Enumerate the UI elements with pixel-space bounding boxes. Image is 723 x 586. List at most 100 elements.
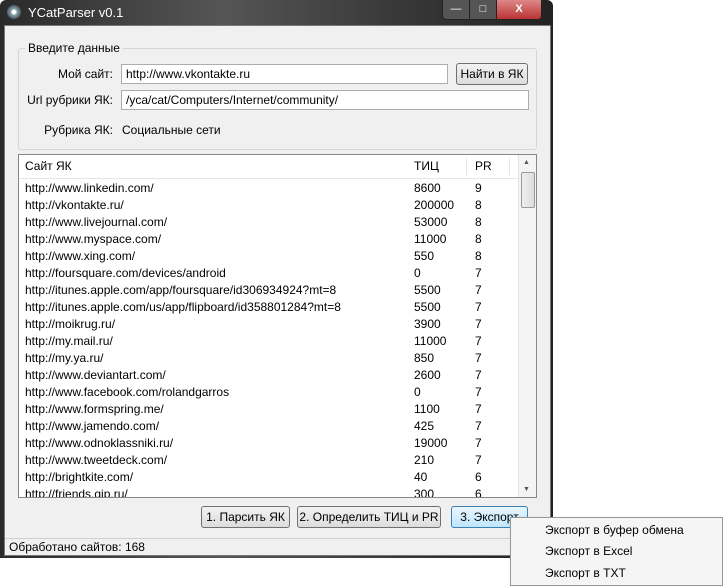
table-row[interactable]: http://my.ya.ru/850 7 — [19, 350, 518, 367]
site-cell: http://www.deviantart.com/ — [25, 368, 166, 382]
table-row[interactable]: http://www.deviantart.com/2600 7 — [19, 367, 518, 384]
pr-cell: 8 — [475, 232, 482, 246]
table-header: Сайт ЯК ТИЦ PR — [19, 155, 518, 179]
site-cell: http://www.livejournal.com/ — [25, 215, 168, 229]
site-cell: http://itunes.apple.com/app/foursquare/i… — [25, 283, 337, 297]
pr-cell: 8 — [475, 198, 482, 212]
tic-cell: 11000 — [414, 334, 447, 348]
tic-cell: 200000 — [414, 198, 455, 212]
table-row[interactable]: http://www.odnoklassniki.ru/19000 7 — [19, 435, 518, 452]
scroll-up-icon[interactable]: ▲ — [523, 159, 530, 166]
table-row[interactable]: http://www.myspace.com/11000 8 — [19, 231, 518, 248]
pr-cell: 8 — [475, 215, 482, 229]
site-cell: http://www.linkedin.com/ — [25, 181, 154, 195]
my-site-input[interactable]: http://www.vkontakte.ru — [121, 64, 448, 84]
site-cell: http://www.tweetdeck.com/ — [25, 453, 168, 467]
group-title: Введите данные — [25, 41, 123, 55]
column-header-pr[interactable]: PR — [475, 155, 492, 178]
app-window: YCatParser v0.1 — □ X Введите данные Мой… — [0, 0, 553, 558]
table-row[interactable]: http://www.formspring.me/1100 7 — [19, 401, 518, 418]
pr-cell: 7 — [475, 317, 482, 331]
url-label: Url рубрики ЯК: — [27, 93, 113, 107]
pr-cell: 7 — [475, 351, 482, 365]
table-row[interactable]: http://foursquare.com/devices/android 0 7 — [19, 265, 518, 282]
table-row[interactable]: http://www.facebook.com/rolandgarros 0 7 — [19, 384, 518, 401]
table-row[interactable]: http://itunes.apple.com/app/foursquare/i… — [19, 282, 518, 299]
column-header-site[interactable]: Сайт ЯК — [25, 155, 72, 178]
vertical-scrollbar[interactable]: ▲ ▼ — [518, 155, 536, 497]
status-bar: Обработано сайтов: 168 — [5, 538, 550, 555]
table-row[interactable]: http://friends.qip.ru/300 6 — [19, 486, 518, 498]
tic-cell: 210 — [414, 453, 435, 467]
pr-cell: 7 — [475, 283, 482, 297]
parse-button[interactable]: 1. Парсить ЯК — [201, 506, 290, 528]
table-row[interactable]: http://www.linkedin.com/8600 9 — [19, 180, 518, 197]
pr-cell: 6 — [475, 487, 482, 498]
title-bar[interactable]: YCatParser v0.1 — □ X — [0, 0, 553, 24]
scroll-thumb[interactable] — [521, 172, 535, 208]
table-row[interactable]: http://moikrug.ru/3900 7 — [19, 316, 518, 333]
site-cell: http://www.odnoklassniki.ru/ — [25, 436, 174, 450]
pr-cell: 9 — [475, 181, 482, 195]
tic-cell: 1100 — [414, 402, 440, 416]
scroll-down-icon[interactable]: ▼ — [523, 486, 530, 493]
category-value: Социальные сети — [122, 123, 221, 137]
maximize-button[interactable]: □ — [469, 0, 497, 20]
tic-cell: 0 — [414, 385, 421, 399]
site-cell: http://www.facebook.com/rolandgarros — [25, 385, 230, 399]
table-row[interactable]: http://itunes.apple.com/us/app/flipboard… — [19, 299, 518, 316]
table-row[interactable]: http://vkontakte.ru/200000 8 — [19, 197, 518, 214]
site-cell: http://www.jamendo.com/ — [25, 419, 160, 433]
menu-item-export-clipboard[interactable]: Экспорт в буфер обмена — [545, 520, 684, 541]
site-cell: http://my.ya.ru/ — [25, 351, 104, 365]
site-cell: http://friends.qip.ru/ — [25, 487, 128, 498]
minimize-button[interactable]: — — [442, 0, 470, 20]
category-url-input[interactable]: /yca/cat/Computers/Internet/community/ — [121, 90, 529, 110]
my-site-label: Мой сайт: — [57, 67, 113, 81]
sites-table[interactable]: Сайт ЯК ТИЦ PR http://www.linkedin.com/8… — [18, 154, 537, 498]
table-row[interactable]: http://www.xing.com/550 8 — [19, 248, 518, 265]
site-cell: http://brightkite.com/ — [25, 470, 134, 484]
client-area: Введите данные Мой сайт: http://www.vkon… — [4, 25, 551, 556]
menu-item-export-excel[interactable]: Экспорт в Excel — [545, 541, 632, 562]
site-cell: http://itunes.apple.com/us/app/flipboard… — [25, 300, 341, 314]
menu-item-export-txt[interactable]: Экспорт в TXT — [545, 563, 626, 584]
tic-cell: 11000 — [414, 232, 447, 246]
site-cell: http://www.formspring.me/ — [25, 402, 164, 416]
pr-cell: 7 — [475, 300, 482, 314]
export-context-menu: Экспорт в буфер обмена Экспорт в Excel Э… — [510, 517, 723, 586]
app-gear-icon — [7, 5, 21, 19]
site-cell: http://foursquare.com/devices/android — [25, 266, 226, 280]
tic-cell: 5500 — [414, 283, 441, 297]
tic-cell: 53000 — [414, 215, 448, 229]
table-row[interactable]: http://www.jamendo.com/425 7 — [19, 418, 518, 435]
site-cell: http://my.mail.ru/ — [25, 334, 113, 348]
table-row[interactable]: http://brightkite.com/40 6 — [19, 469, 518, 486]
site-cell: http://moikrug.ru/ — [25, 317, 116, 331]
determine-tic-pr-button[interactable]: 2. Определить ТИЦ и PR — [297, 506, 441, 528]
tic-cell: 5500 — [414, 300, 441, 314]
table-row[interactable]: http://www.tweetdeck.com/210 7 — [19, 452, 518, 469]
pr-cell: 7 — [475, 368, 482, 382]
category-label: Рубрика ЯК: — [44, 123, 113, 137]
table-row[interactable]: http://my.mail.ru/11000 7 — [19, 333, 518, 350]
tic-cell: 2600 — [414, 368, 441, 382]
window-title: YCatParser v0.1 — [28, 5, 124, 20]
pr-cell: 6 — [475, 470, 482, 484]
tic-cell: 40 — [414, 470, 428, 484]
tic-cell: 3900 — [414, 317, 441, 331]
pr-cell: 8 — [475, 249, 482, 263]
tic-cell: 850 — [414, 351, 435, 365]
tic-cell: 0 — [414, 266, 421, 280]
tic-cell: 550 — [414, 249, 435, 263]
pr-cell: 7 — [475, 436, 482, 450]
pr-cell: 7 — [475, 402, 482, 416]
pr-cell: 7 — [475, 266, 482, 280]
pr-cell: 7 — [475, 334, 482, 348]
close-button[interactable]: X — [496, 0, 542, 20]
table-row[interactable]: http://www.livejournal.com/53000 8 — [19, 214, 518, 231]
site-cell: http://vkontakte.ru/ — [25, 198, 124, 212]
find-in-yak-button[interactable]: Найти в ЯК — [456, 63, 528, 85]
pr-cell: 7 — [475, 419, 482, 433]
column-header-tic[interactable]: ТИЦ — [414, 155, 439, 178]
